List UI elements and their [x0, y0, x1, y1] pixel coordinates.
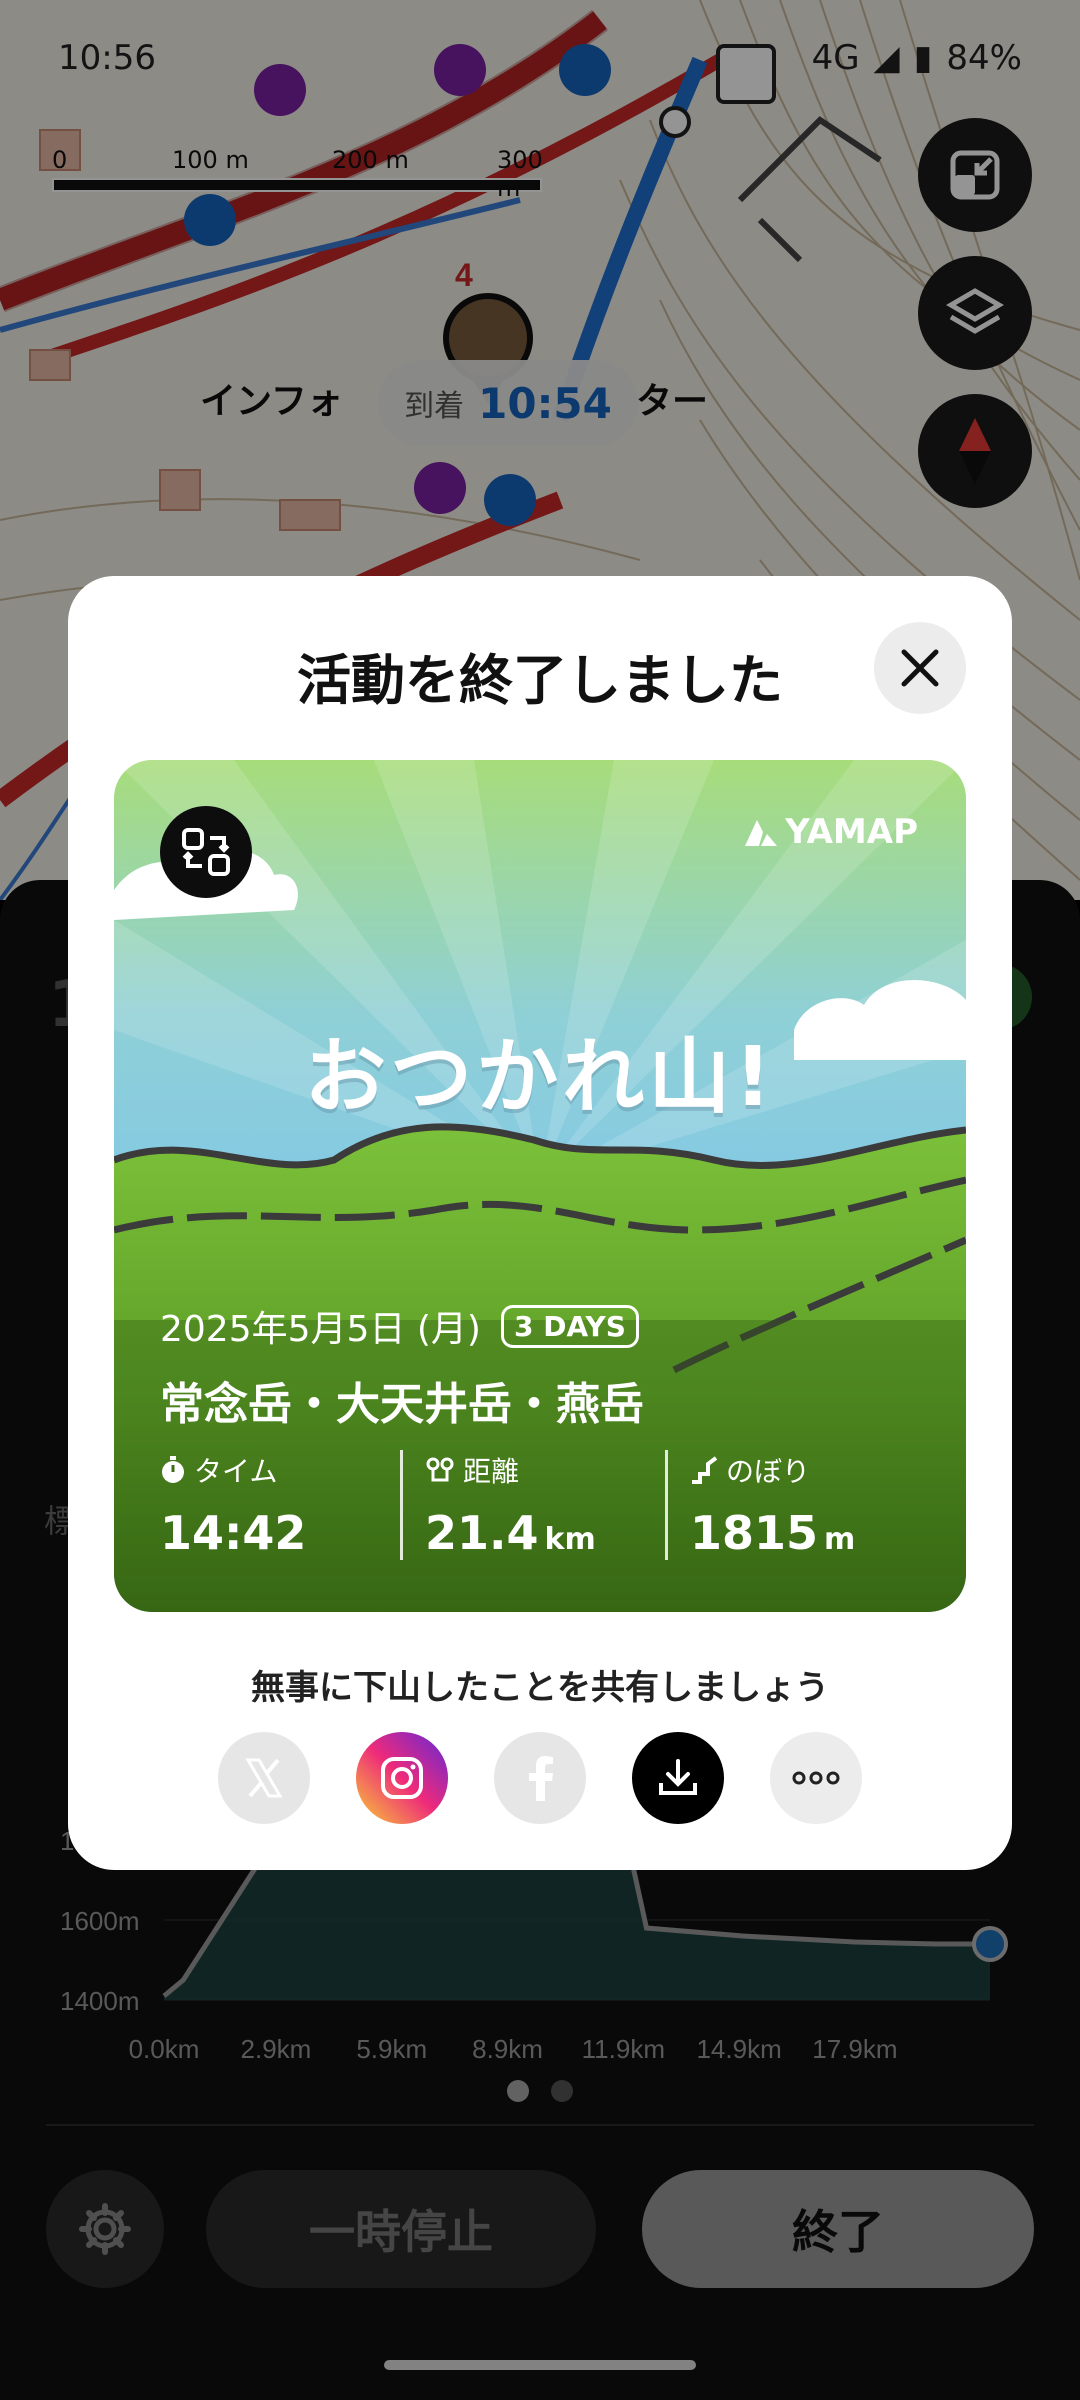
activity-complete-dialog: 活動を終了しました YAMAP おつかれ山! 2025年5月5日 (月) 3 D… — [68, 576, 1012, 1870]
stat-time: タイム 14:42 — [160, 1450, 400, 1560]
ascent-icon — [692, 1456, 718, 1484]
stat-unit: km — [544, 1522, 596, 1557]
share-instagram-button[interactable] — [356, 1732, 448, 1824]
close-button[interactable] — [874, 622, 966, 714]
brand-name: YAMAP — [785, 812, 918, 852]
stat-value: 1815 — [690, 1506, 819, 1560]
share-buttons — [68, 1732, 1012, 1824]
more-button[interactable] — [770, 1732, 862, 1824]
stat-value: 21.4 — [425, 1506, 539, 1560]
share-facebook-button[interactable] — [494, 1732, 586, 1824]
facebook-icon — [529, 1756, 553, 1801]
brand-logo: YAMAP — [743, 812, 918, 852]
download-icon — [659, 1759, 697, 1795]
stopwatch-icon — [162, 1456, 184, 1483]
close-icon — [901, 649, 939, 687]
mountain-names: 常念岳・大天井岳・燕岳 — [160, 1379, 644, 1430]
date-row: 2025年5月5日 (月) 3 DAYS — [160, 1300, 639, 1352]
stat-label: 距離 — [463, 1455, 520, 1488]
card-headline: おつかれ山! — [304, 1030, 776, 1125]
yamap-logo-icon — [745, 820, 778, 846]
swap-icon — [182, 828, 230, 876]
activity-date: 2025年5月5日 (月) — [160, 1309, 481, 1350]
stat-value: 14:42 — [160, 1506, 307, 1560]
swap-design-button[interactable] — [160, 806, 252, 898]
share-prompt: 無事に下山したことを共有しましょう — [251, 1668, 829, 1708]
download-button[interactable] — [632, 1732, 724, 1824]
stat-distance: 距離 21.4 km — [400, 1450, 665, 1560]
stat-unit: m — [824, 1522, 856, 1557]
more-icon — [792, 1771, 840, 1785]
stat-label: タイム — [194, 1455, 278, 1488]
dialog-title: 活動を終了しました — [297, 649, 783, 712]
route-icon — [426, 1457, 454, 1482]
stat-label: のぼり — [726, 1455, 811, 1488]
share-x-button[interactable] — [218, 1732, 310, 1824]
stats-row: タイム 14:42 距離 21.4 km のぼり 1815 m — [160, 1450, 930, 1560]
instagram-icon — [381, 1757, 423, 1799]
summary-card: YAMAP おつかれ山! 2025年5月5日 (月) 3 DAYS 常念岳・大天… — [114, 760, 966, 1612]
days-badge: 3 DAYS — [500, 1304, 639, 1348]
x-icon — [245, 1758, 283, 1798]
stat-ascent: のぼり 1815 m — [665, 1450, 930, 1560]
